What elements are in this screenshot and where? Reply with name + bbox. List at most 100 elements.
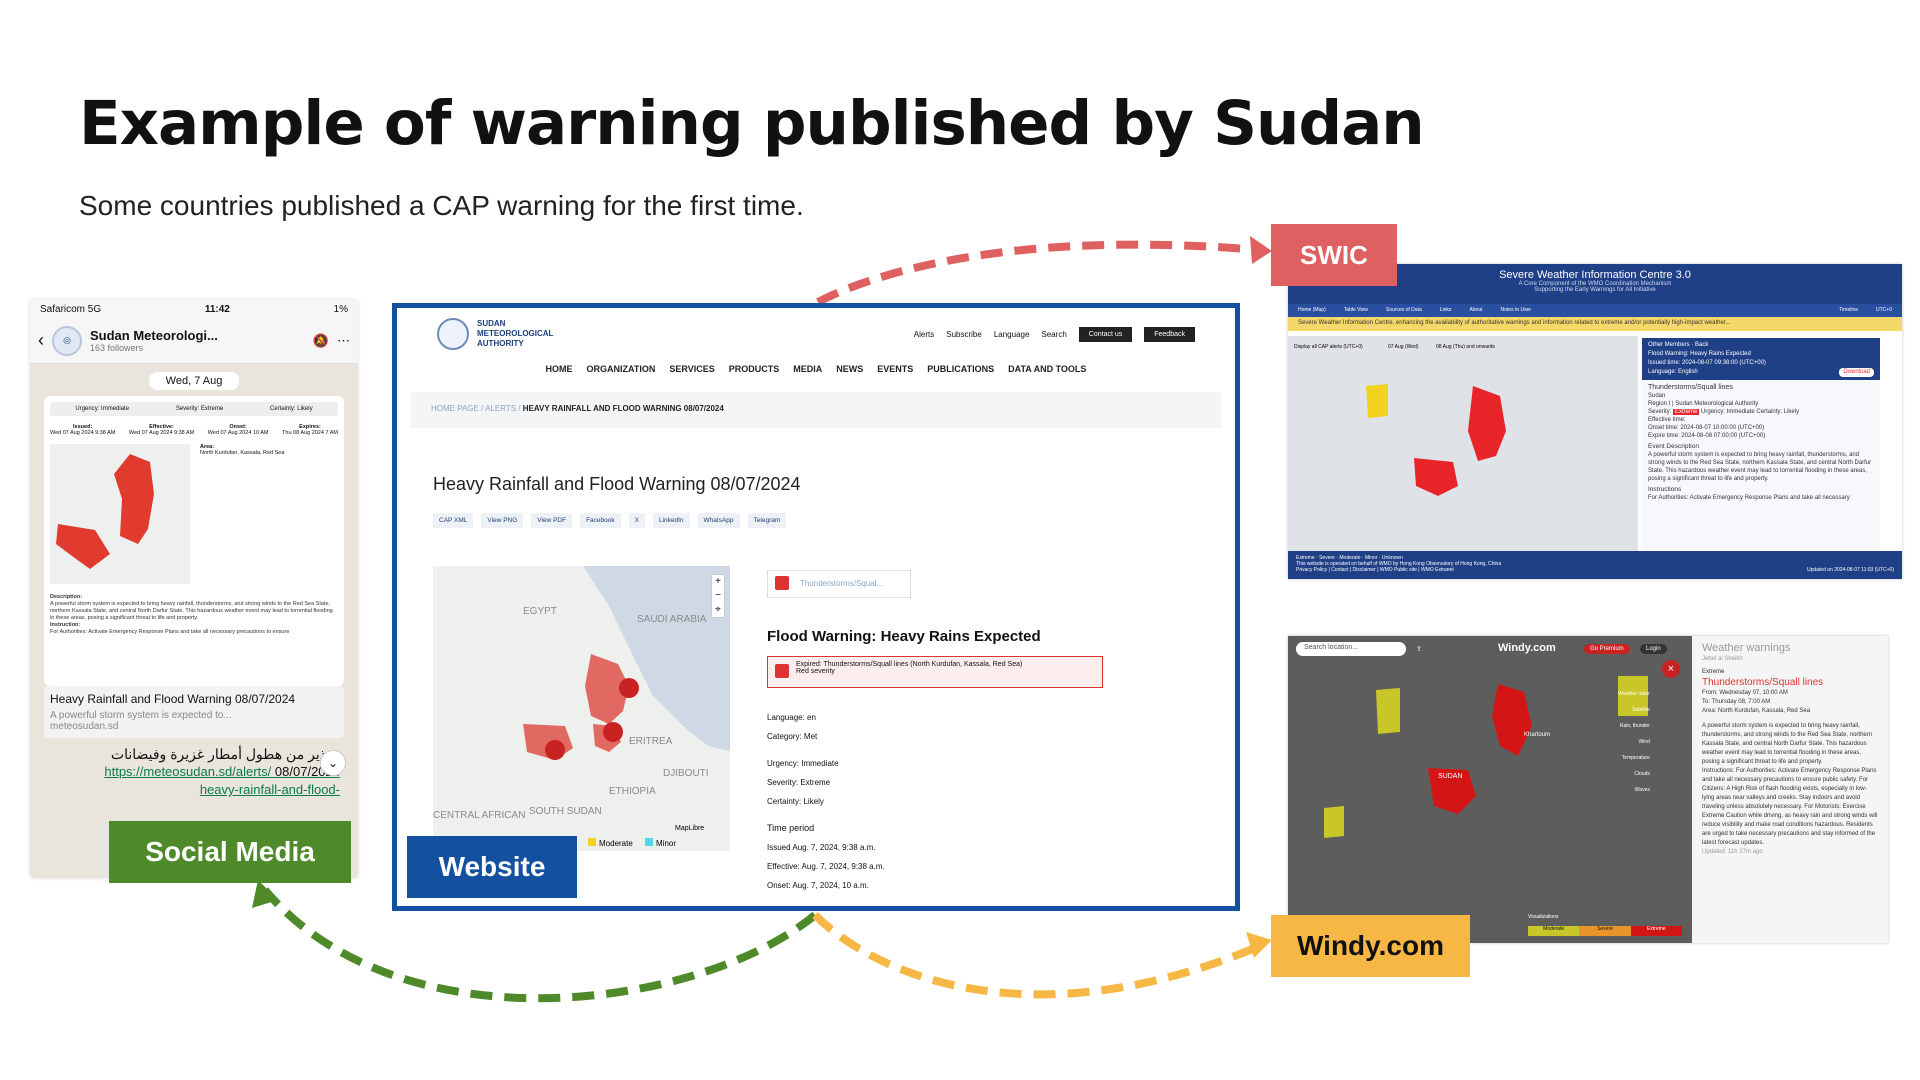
layer-item[interactable]: Clouds <box>1618 766 1650 782</box>
time-issued: Issued Aug. 7, 2024, 9:38 a.m. <box>767 843 876 852</box>
view-png-button[interactable]: View PNG <box>481 513 524 528</box>
swic-nav-home[interactable]: Home (Map) <box>1298 307 1326 314</box>
swic-nav-about[interactable]: About <box>1469 307 1482 314</box>
scroll-down-button[interactable]: ⌄ <box>320 750 346 776</box>
layer-item[interactable]: Temperature <box>1618 750 1650 766</box>
share-buttons: CAP XML View PNG View PDF Facebook X Lin… <box>433 513 1235 528</box>
nav-products[interactable]: PRODUCTS <box>729 364 780 374</box>
swic-link-other[interactable]: Other Members <box>1648 342 1690 348</box>
layer-item[interactable]: Weather radar <box>1618 686 1650 702</box>
link-url-continued[interactable]: heavy-rainfall-and-flood- <box>200 782 340 797</box>
link-preview[interactable]: Heavy Rainfall and Flood Warning 08/07/2… <box>44 686 344 738</box>
more-icon[interactable]: ⋯ <box>337 333 350 349</box>
swic-screenshot: Severe Weather Information Centre 3.0 A … <box>1288 264 1902 579</box>
windy-visualizations[interactable]: Visualizations <box>1528 914 1558 920</box>
util-subscribe[interactable]: Subscribe <box>946 330 982 339</box>
expired-severity: Red severity <box>796 668 835 675</box>
windy-login-button[interactable]: Login <box>1640 644 1667 654</box>
time-value: Wed 07 Aug 2024 10 AM <box>207 430 269 436</box>
badge-severity: Severity: Extreme <box>175 406 224 412</box>
swic-instructions-label: Instructions <box>1648 486 1682 493</box>
description-label: Description: <box>50 594 83 600</box>
swic-nav-notes[interactable]: Notes to User <box>1501 307 1532 314</box>
windy-from: From: Wednesday 07, 10:00 AM <box>1702 690 1788 696</box>
layer-item[interactable]: Waves <box>1618 782 1650 798</box>
windy-area: Area: North Kurdufan, Kassala, Red Sea <box>1702 708 1811 714</box>
share-icon[interactable]: ⇪ <box>1416 645 1422 653</box>
contact-button[interactable]: Contact us <box>1078 326 1133 342</box>
phone-status-bar: Safaricom 5G 11:42 1% <box>30 300 358 318</box>
alert-image-card[interactable]: Urgency: Immediate Severity: Extreme Cer… <box>44 396 344 686</box>
crumb-home[interactable]: HOME PAGE <box>431 404 479 413</box>
message-link[interactable]: https://meteosudan.sd/alerts/ 08/07/2024… <box>30 763 358 799</box>
zoom-controls[interactable]: + − ⌖ <box>711 574 725 618</box>
telegram-button[interactable]: Telegram <box>747 513 787 528</box>
crumb-alerts[interactable]: ALERTS <box>485 404 516 413</box>
avatar[interactable]: ◎ <box>52 325 82 356</box>
channel-header: ‹ ◎ Sudan Meteorologi... 163 followers 🔕… <box>30 318 358 364</box>
nav-services[interactable]: SERVICES <box>669 364 714 374</box>
nav-organization[interactable]: ORGANIZATION <box>587 364 656 374</box>
swic-footer-links[interactable]: Privacy Policy | Contact | Disclaimer | … <box>1296 567 1454 573</box>
expired-alert-box[interactable]: Expired: Thunderstorms/Squall lines (Nor… <box>767 656 1103 688</box>
swic-link-back[interactable]: Back <box>1695 342 1708 348</box>
region-red-sea <box>114 454 154 544</box>
nav-home[interactable]: HOME <box>546 364 573 374</box>
nav-events[interactable]: EVENTS <box>877 364 913 374</box>
swic-download-button[interactable]: Download <box>1839 368 1874 377</box>
close-icon[interactable]: × <box>1662 660 1680 678</box>
windy-premium-button[interactable]: Go Premium <box>1584 644 1630 654</box>
swic-map-shapes: Display all CAP alerts (UTC+0) 07 Aug (W… <box>1294 344 1506 496</box>
windy-map-sudan: SUDAN <box>1438 773 1463 780</box>
badge-certainty: Certainty: Likely <box>269 406 313 412</box>
swic-alert-panel: Other Members · Back Flood Warning: Heav… <box>1642 338 1880 550</box>
util-search[interactable]: Search <box>1041 330 1066 339</box>
layer-item[interactable]: Wind <box>1618 734 1649 750</box>
scale-moderate: Moderate <box>1528 926 1580 936</box>
windy-panel-title[interactable]: Weather warnings <box>1702 643 1878 654</box>
region-extreme <box>1468 386 1506 461</box>
logo-line: SUDAN <box>477 319 506 328</box>
swic-nav: Home (Map) Table View Sources of Data Li… <box>1288 304 1902 317</box>
swic-nav-links[interactable]: Links <box>1440 307 1452 314</box>
x-button[interactable]: X <box>628 513 645 528</box>
linkedin-button[interactable]: LinkedIn <box>652 513 690 528</box>
util-language[interactable]: Language <box>994 330 1030 339</box>
link-url[interactable]: https://meteosudan.sd/alerts/ <box>104 764 271 779</box>
red-sea-water <box>583 566 730 751</box>
swic-nav-table[interactable]: Table View <box>1344 307 1368 314</box>
legend-moderate: Moderate <box>599 839 633 848</box>
arrow-head-swic <box>1250 236 1272 264</box>
layer-item[interactable]: Rain, thunder <box>1618 718 1650 734</box>
util-alerts[interactable]: Alerts <box>914 330 934 339</box>
preview-domain: meteosudan.sd <box>50 721 119 732</box>
swic-severity: Extreme <box>1673 409 1700 415</box>
preview-text: A powerful storm system is expected to..… <box>50 710 232 721</box>
back-icon[interactable]: ‹ <box>38 330 44 351</box>
fact-certainty: Certainty: Likely <box>767 797 824 806</box>
view-pdf-button[interactable]: View PDF <box>531 513 573 528</box>
region-moderate <box>1324 806 1344 838</box>
swic-timezone-select[interactable]: UTC+0 <box>1876 307 1892 314</box>
badge-urgency: Urgency: Immediate <box>75 406 130 412</box>
nav-media[interactable]: MEDIA <box>793 364 822 374</box>
swic-nav-sources[interactable]: Sources of Data <box>1386 307 1422 314</box>
mute-bell-icon[interactable]: 🔕 <box>313 333 329 349</box>
cap-xml-button[interactable]: CAP XML <box>433 513 474 528</box>
windy-brand[interactable]: Windy.com <box>1498 642 1556 654</box>
nav-data-tools[interactable]: DATA AND TOOLS <box>1008 364 1086 374</box>
nav-news[interactable]: NEWS <box>836 364 863 374</box>
clock: 11:42 <box>204 303 230 315</box>
nav-publications[interactable]: PUBLICATIONS <box>927 364 994 374</box>
facebook-button[interactable]: Facebook <box>580 513 621 528</box>
layer-item[interactable]: Satellite <box>1618 702 1650 718</box>
swic-expire: Expire time: 2024-08-08 07:00:00 (UTC+00… <box>1648 433 1766 439</box>
swic-map[interactable]: Display all CAP alerts (UTC+0) 07 Aug (W… <box>1288 336 1638 551</box>
warning-map[interactable]: EGYPT SAUDI ARABIA ERITREA ETHIOPIA DJIB… <box>433 566 730 851</box>
time-value: Wed 07 Aug 2024 9:38 AM <box>50 430 116 436</box>
feedback-button[interactable]: Feedback <box>1144 326 1195 342</box>
site-logo[interactable]: SUDAN METEOROLOGICAL AUTHORITY <box>437 318 553 350</box>
whatsapp-button[interactable]: WhatsApp <box>697 513 740 528</box>
region-moderate <box>1376 688 1400 734</box>
windy-search-input[interactable]: Search location... <box>1296 642 1406 656</box>
